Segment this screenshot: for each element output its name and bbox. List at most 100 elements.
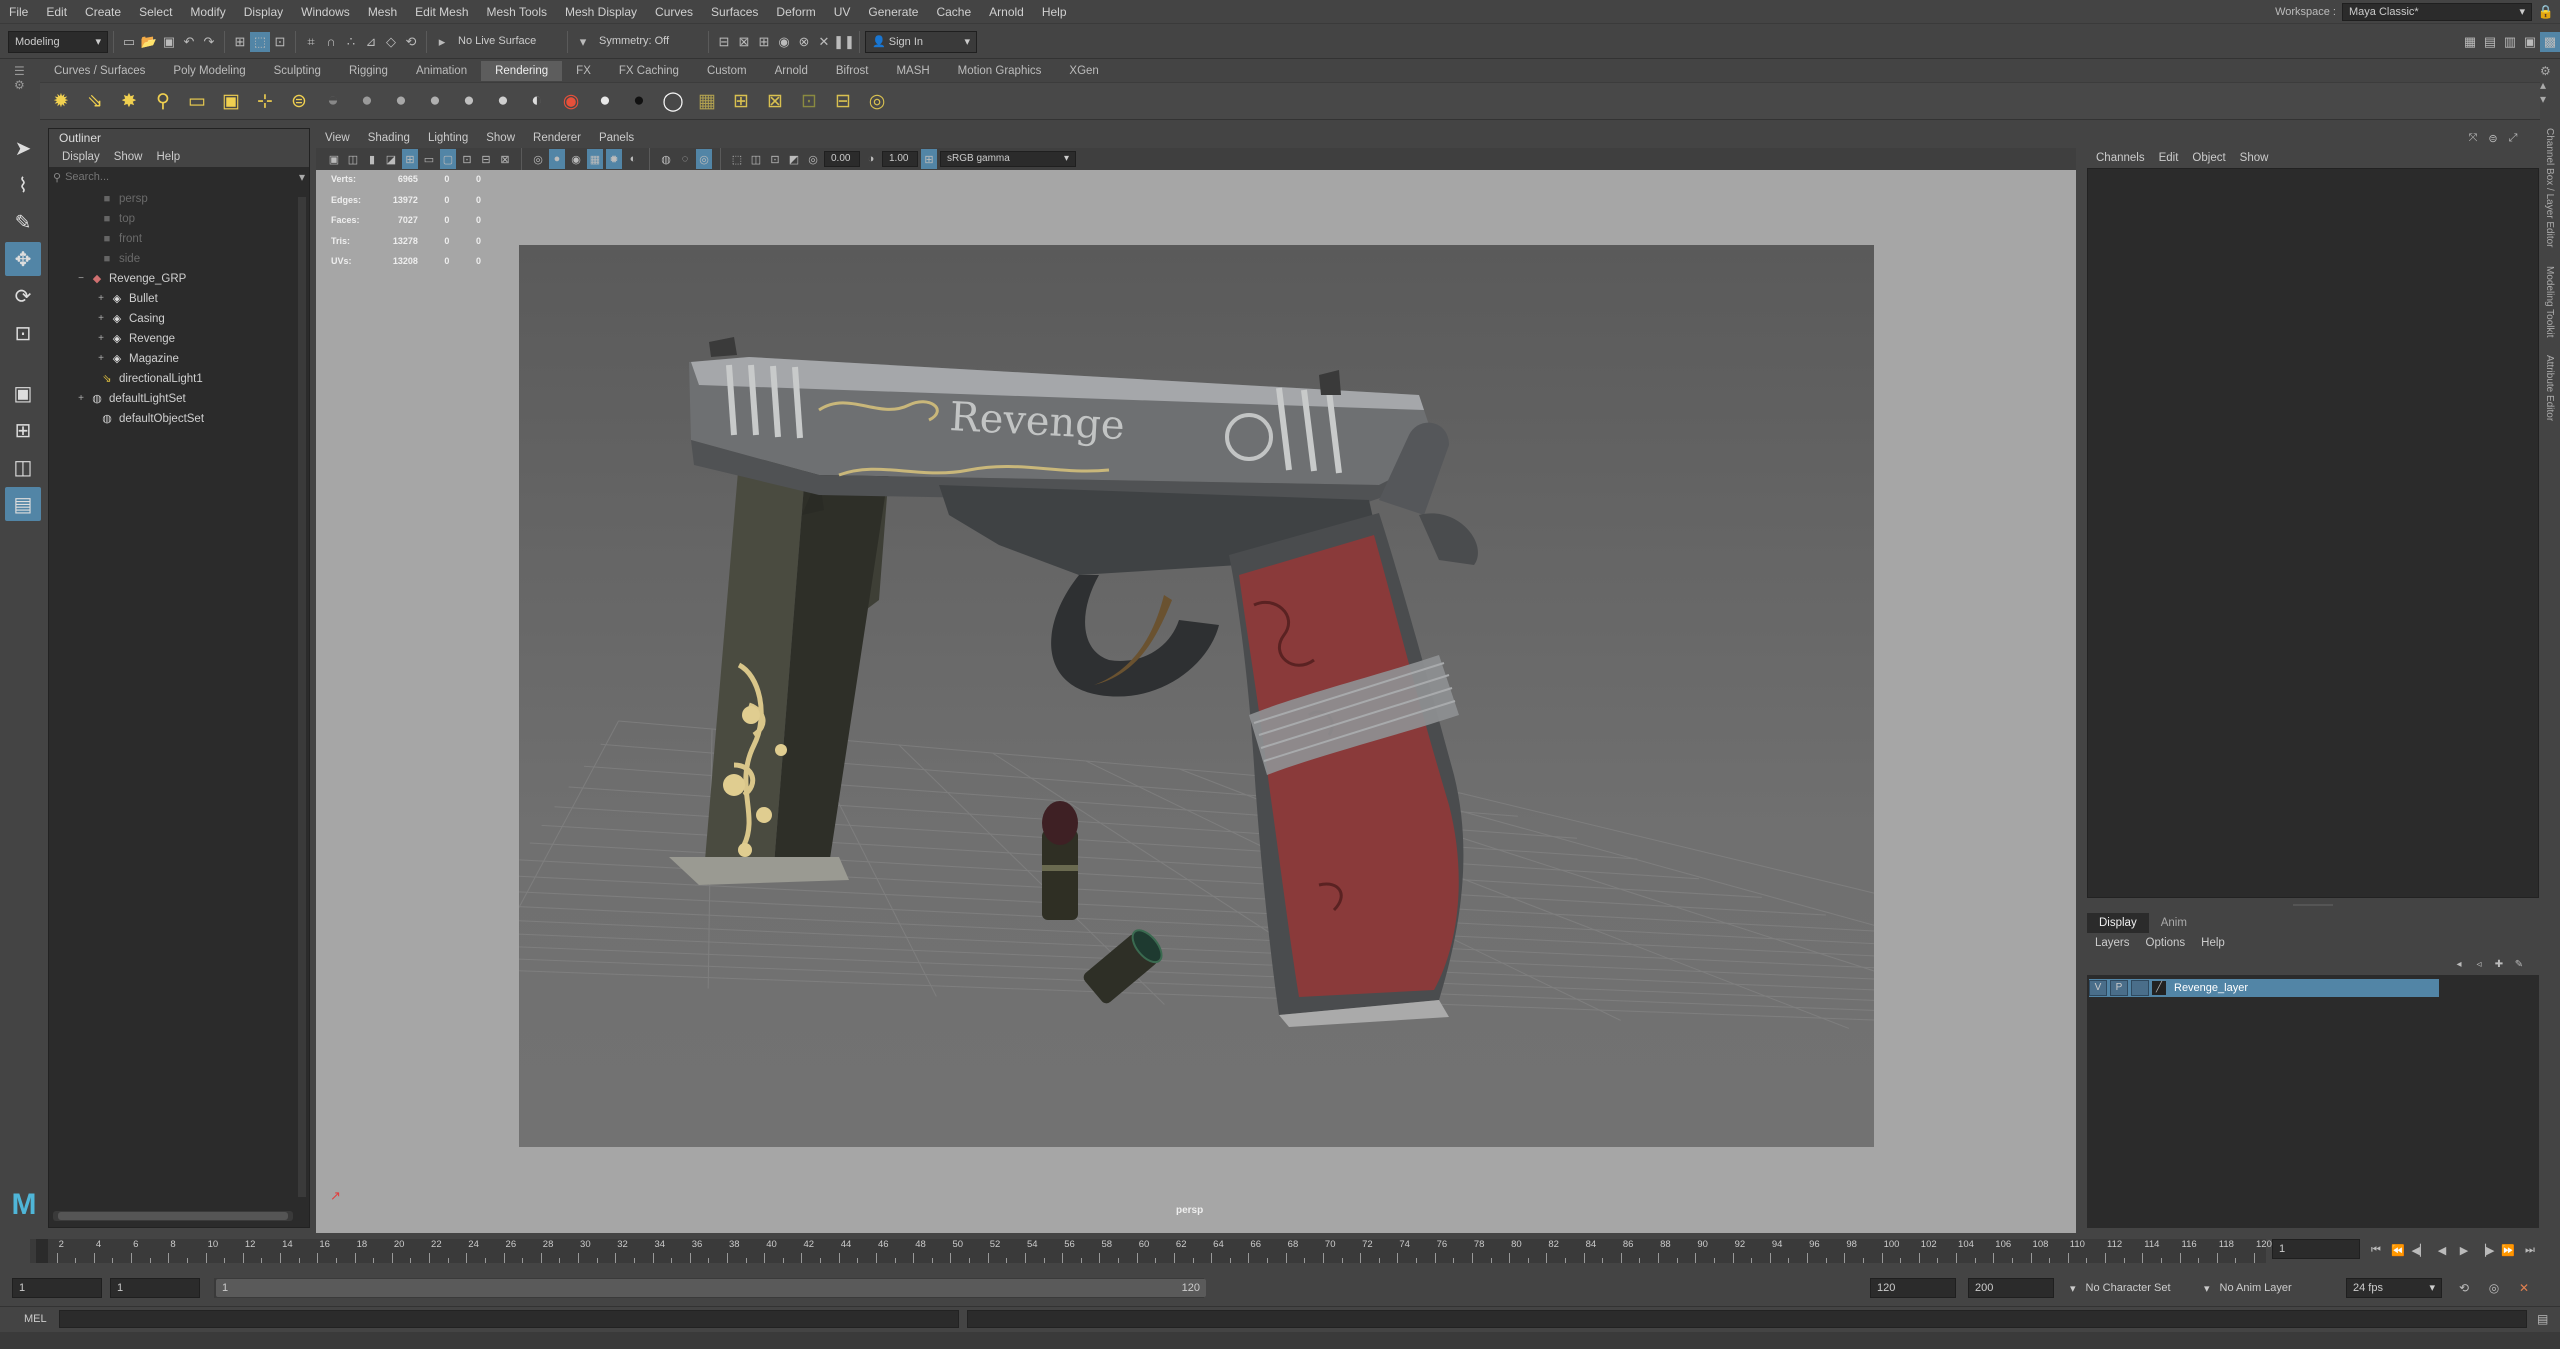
move-layer-down-icon[interactable]: ◃ [2469, 954, 2489, 974]
go-to-end-icon[interactable]: ⏭ [2520, 1240, 2540, 1260]
layer-tab-display[interactable]: Display [2087, 913, 2149, 933]
menu-deform[interactable]: Deform [767, 0, 824, 24]
side-tab-modeling-toolkit[interactable]: Modeling Toolkit [2544, 266, 2555, 338]
directional-light-icon[interactable]: ⇘ [80, 86, 110, 116]
outliner-item[interactable]: ⇘ directionalLight1 [49, 369, 309, 389]
lambert-sphere-icon[interactable]: ● [352, 86, 382, 116]
phong-sphere-icon[interactable]: ● [386, 86, 416, 116]
current-time-indicator[interactable] [36, 1239, 48, 1263]
exposure-field[interactable]: 0.00 [824, 151, 860, 167]
shelf-tab-motion-graphics[interactable]: Motion Graphics [944, 61, 1056, 81]
shelf-tab-custom[interactable]: Custom [693, 61, 761, 81]
menu-edit[interactable]: Edit [37, 0, 76, 24]
render-view-icon[interactable]: ✕ [814, 32, 834, 52]
render-sequence-icon[interactable]: ⊠ [734, 32, 754, 52]
shelf-tab-fx-caching[interactable]: FX Caching [605, 61, 693, 81]
ambient-occlusion-icon[interactable]: ◍ [658, 149, 674, 169]
blinn-icon[interactable]: ◒ [318, 86, 348, 116]
layer-row[interactable]: V P ╱ Revenge_layer [2089, 979, 2439, 997]
striped-shader-icon[interactable]: ◐ [522, 86, 552, 116]
smooth-shade-icon[interactable]: ● [549, 149, 565, 169]
time-slider-track[interactable]: 1246810121416182022242628303234363840424… [30, 1239, 2272, 1263]
channel-box-menu-object[interactable]: Object [2185, 148, 2232, 168]
new-scene-icon[interactable]: ▭ [119, 32, 139, 52]
xray-joints-icon[interactable]: ⊡ [767, 149, 783, 169]
shelf-tab-curves-surfaces[interactable]: Curves / Surfaces [40, 61, 159, 81]
single-view-icon[interactable]: ▣ [5, 376, 41, 410]
viewport-menu-shading[interactable]: Shading [359, 128, 419, 148]
image-plane-icon[interactable]: ◪ [383, 149, 399, 169]
layer-editor-toggle-icon[interactable]: ⊜ [2483, 128, 2503, 148]
expand-icon[interactable]: + [75, 389, 87, 409]
workspace-dropdown[interactable]: Maya Classic* ▾ [2342, 2, 2532, 21]
channel-box-menu-channels[interactable]: Channels [2089, 148, 2152, 168]
snap-grid-icon[interactable]: ⌗ [301, 32, 321, 52]
viewport-menu-show[interactable]: Show [477, 128, 524, 148]
layout-icon[interactable]: ▥ [2500, 32, 2520, 52]
outliner-item[interactable]: ■ top [49, 209, 309, 229]
expand-icon[interactable]: + [95, 329, 107, 349]
move-tool-icon[interactable]: ✥ [5, 242, 41, 276]
shadows-icon[interactable]: ◐ [625, 149, 641, 169]
chevron-down-icon[interactable]: ▾ [299, 170, 305, 184]
shelf-grip[interactable]: ☰ ⚙ [14, 64, 30, 114]
shelf-tab-bifrost[interactable]: Bifrost [822, 61, 883, 81]
viewport-menu-view[interactable]: View [316, 128, 359, 148]
layer-playback-toggle[interactable]: P [2110, 980, 2128, 996]
outliner-menu-display[interactable]: Display [55, 151, 107, 163]
render-region-icon[interactable]: ⊠ [760, 86, 790, 116]
shelf-tab-xgen[interactable]: XGen [1055, 61, 1112, 81]
menu-mesh-display[interactable]: Mesh Display [556, 0, 646, 24]
layout-icon[interactable]: ▣ [2520, 32, 2540, 52]
animation-end-field[interactable]: 200 [1968, 1278, 2054, 1298]
shelf-tab-rigging[interactable]: Rigging [335, 61, 402, 81]
four-view-icon[interactable]: ⊞ [5, 413, 41, 447]
gate-mask-icon[interactable]: ⊡ [459, 149, 475, 169]
channel-box-toggle-icon[interactable]: ⤧ [2463, 128, 2483, 148]
select-hierarchy-icon[interactable]: ⊞ [230, 32, 250, 52]
xray-icon[interactable]: ◫ [748, 149, 764, 169]
shelf-tab-poly-modeling[interactable]: Poly Modeling [159, 61, 259, 81]
outliner-item[interactable]: ◍ defaultObjectSet [49, 409, 309, 429]
layout-icon[interactable]: ▩ [2540, 31, 2560, 52]
menu-create[interactable]: Create [76, 0, 130, 24]
play-backward-icon[interactable]: ◀ [2432, 1240, 2452, 1260]
black-sphere-icon[interactable]: ● [624, 86, 654, 116]
redo-icon[interactable]: ↷ [199, 32, 219, 52]
command-input[interactable] [58, 1309, 959, 1328]
loop-icon[interactable]: ⟲ [2454, 1278, 2474, 1298]
outliner-layout-icon[interactable]: ▤ [5, 487, 41, 521]
history-icon[interactable]: ⟲ [401, 32, 421, 52]
white-sphere-icon[interactable]: ◯ [658, 86, 688, 116]
render-settings-shelf-icon[interactable]: ⊟ [828, 86, 858, 116]
volume-light-icon[interactable]: ▣ [216, 86, 246, 116]
menu-mesh-tools[interactable]: Mesh Tools [478, 0, 556, 24]
menu-edit-mesh[interactable]: Edit Mesh [406, 0, 477, 24]
render-frame-icon[interactable]: ⊟ [714, 32, 734, 52]
snap-view-icon[interactable]: ⊿ [361, 32, 381, 52]
sign-in-dropdown[interactable]: 👤 Sign In ▾ [865, 30, 977, 53]
menu-arnold[interactable]: Arnold [980, 0, 1033, 24]
camera-attr-icon[interactable]: ◫ [345, 149, 361, 169]
textured-icon[interactable]: ▦ [587, 149, 603, 169]
save-scene-icon[interactable]: ▣ [159, 32, 179, 52]
expand-icon[interactable]: + [95, 309, 107, 329]
layer-menu-layers[interactable]: Layers [2087, 937, 2138, 949]
menu-select[interactable]: Select [130, 0, 181, 24]
menu-windows[interactable]: Windows [292, 0, 359, 24]
step-forward-frame-icon[interactable]: ▕▶ [2476, 1240, 2496, 1260]
camera-select-icon[interactable]: ▣ [326, 149, 342, 169]
menu-mesh[interactable]: Mesh [359, 0, 406, 24]
ramp-sphere-icon[interactable]: ● [488, 86, 518, 116]
expand-icon[interactable]: + [95, 289, 107, 309]
menu-help[interactable]: Help [1033, 0, 1076, 24]
render-icon[interactable]: ⊞ [726, 86, 756, 116]
menu-cache[interactable]: Cache [927, 0, 980, 24]
fps-dropdown[interactable]: 24 fps ▾ [2346, 1278, 2442, 1298]
field-chart-icon[interactable]: ⊟ [478, 149, 494, 169]
layer-visibility-toggle[interactable]: V [2089, 980, 2107, 996]
render-target-icon[interactable]: ◎ [862, 86, 892, 116]
panel-splitter[interactable] [2087, 900, 2539, 910]
light-editor-icon[interactable]: ⊹ [250, 86, 280, 116]
symmetry-field[interactable]: Symmetry: Off [593, 30, 703, 53]
